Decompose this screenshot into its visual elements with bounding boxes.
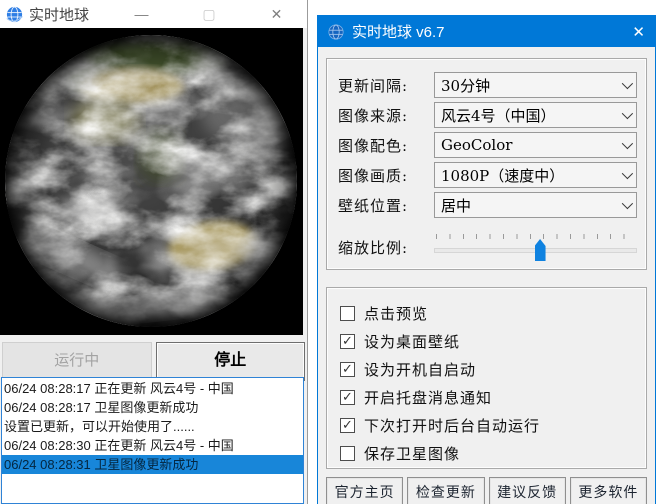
checkbox-box[interactable]: ✓ [340, 418, 355, 433]
feedback-button[interactable]: 建议反馈 [489, 477, 566, 504]
left-titlebar[interactable]: 实时地球 — ▢ ✕ [0, 0, 307, 28]
setting-label: 壁纸位置: [338, 195, 434, 216]
setting-image-source: 图像来源: 风云4号（中国） [338, 100, 637, 130]
setting-image-quality: 图像画质: 1080P（速度中） [338, 160, 637, 190]
more-software-button[interactable]: 更多软件 [570, 477, 647, 504]
setting-wallpaper-position: 壁纸位置: 居中 [338, 190, 637, 220]
update-interval-dropdown[interactable]: 30分钟 [434, 72, 637, 98]
chevron-down-icon [622, 78, 633, 89]
running-button: 运行中 [2, 342, 152, 381]
setting-color-scheme: 图像配色: GeoColor [338, 130, 637, 160]
desktop: 实时地球 — ▢ ✕ [0, 0, 657, 504]
check-icon: ✓ [342, 391, 353, 404]
check-icon: ✓ [342, 363, 353, 376]
options-group: 点击预览 ✓ 设为桌面壁纸 ✓ 设为开机自启动 ✓ 开启托盘消息通知 ✓ 下次打… [326, 287, 647, 469]
setting-label: 图像画质: [338, 165, 434, 186]
settings-window: 实时地球 v6.7 ✕ 更新间隔: 30分钟 图像来源: 风云4号（中国） 图像… [317, 15, 656, 504]
chevron-down-icon [622, 168, 633, 179]
settings-titlebar[interactable]: 实时地球 v6.7 ✕ [318, 16, 655, 47]
satellite-earth-image [0, 28, 303, 335]
stop-button[interactable]: 停止 [156, 342, 306, 381]
log-entry[interactable]: 设置已更新，可以开始使用了...... [2, 417, 303, 436]
image-source-dropdown[interactable]: 风云4号（中国） [434, 102, 637, 128]
log-entry[interactable]: 06/24 08:28:31 卫星图像更新成功 [2, 455, 303, 474]
close-icon[interactable]: ✕ [615, 23, 645, 41]
earth-viewer-window: 实时地球 — ▢ ✕ [0, 0, 308, 504]
image-quality-dropdown[interactable]: 1080P（速度中） [434, 162, 637, 188]
checkbox-box[interactable] [340, 306, 355, 321]
app-globe-icon [6, 6, 23, 23]
log-entry[interactable]: 06/24 08:28:17 卫星图像更新成功 [2, 398, 303, 417]
checkbox-click-preview[interactable]: 点击预览 [340, 299, 637, 327]
wallpaper-position-dropdown[interactable]: 居中 [434, 192, 637, 218]
checkbox-box[interactable]: ✓ [340, 334, 355, 349]
official-homepage-button[interactable]: 官方主页 [326, 477, 403, 504]
earth-globe-graphic [0, 28, 303, 335]
checkbox-auto-start[interactable]: ✓ 设为开机自启动 [340, 355, 637, 383]
slider-ticks [436, 234, 635, 239]
window-title: 实时地球 [29, 4, 89, 25]
setting-label: 更新间隔: [338, 75, 434, 96]
color-scheme-dropdown[interactable]: GeoColor [434, 132, 637, 158]
update-log-list[interactable]: 06/24 08:28:17 正在更新 风云4号 - 中国 06/24 08:2… [1, 377, 304, 504]
checkbox-tray-notifications[interactable]: ✓ 开启托盘消息通知 [340, 383, 637, 411]
close-button[interactable]: ✕ [254, 6, 299, 23]
checkbox-box[interactable]: ✓ [340, 362, 355, 377]
minimize-button[interactable]: — [119, 6, 164, 22]
checkbox-save-satellite-image[interactable]: 保存卫星图像 [340, 439, 637, 467]
chevron-down-icon [622, 138, 633, 149]
setting-label: 缩放比例: [338, 237, 434, 258]
footer-buttons: 官方主页 检查更新 建议反馈 更多软件 [326, 477, 647, 504]
setting-zoom-scale: 缩放比例: [338, 224, 637, 270]
checkbox-background-run[interactable]: ✓ 下次打开时后台自动运行 [340, 411, 637, 439]
settings-window-title: 实时地球 v6.7 [352, 21, 615, 42]
setting-update-interval: 更新间隔: 30分钟 [338, 70, 637, 100]
app-globe-icon [328, 24, 344, 40]
check-update-button[interactable]: 检查更新 [407, 477, 484, 504]
chevron-down-icon [622, 108, 633, 119]
log-entry[interactable]: 06/24 08:28:17 正在更新 风云4号 - 中国 [2, 379, 303, 398]
checkbox-set-desktop-wallpaper[interactable]: ✓ 设为桌面壁纸 [340, 327, 637, 355]
setting-label: 图像配色: [338, 135, 434, 156]
setting-label: 图像来源: [338, 105, 434, 126]
chevron-down-icon [622, 198, 633, 209]
log-entry[interactable]: 06/24 08:28:30 正在更新 风云4号 - 中国 [2, 436, 303, 455]
maximize-button[interactable]: ▢ [187, 6, 232, 23]
zoom-slider[interactable] [434, 230, 637, 264]
check-icon: ✓ [342, 335, 353, 348]
image-settings-group: 更新间隔: 30分钟 图像来源: 风云4号（中国） 图像配色: GeoColor [326, 58, 647, 270]
checkbox-box[interactable]: ✓ [340, 390, 355, 405]
slider-thumb[interactable] [535, 239, 546, 261]
checkbox-box[interactable] [340, 446, 355, 461]
check-icon: ✓ [342, 419, 353, 432]
